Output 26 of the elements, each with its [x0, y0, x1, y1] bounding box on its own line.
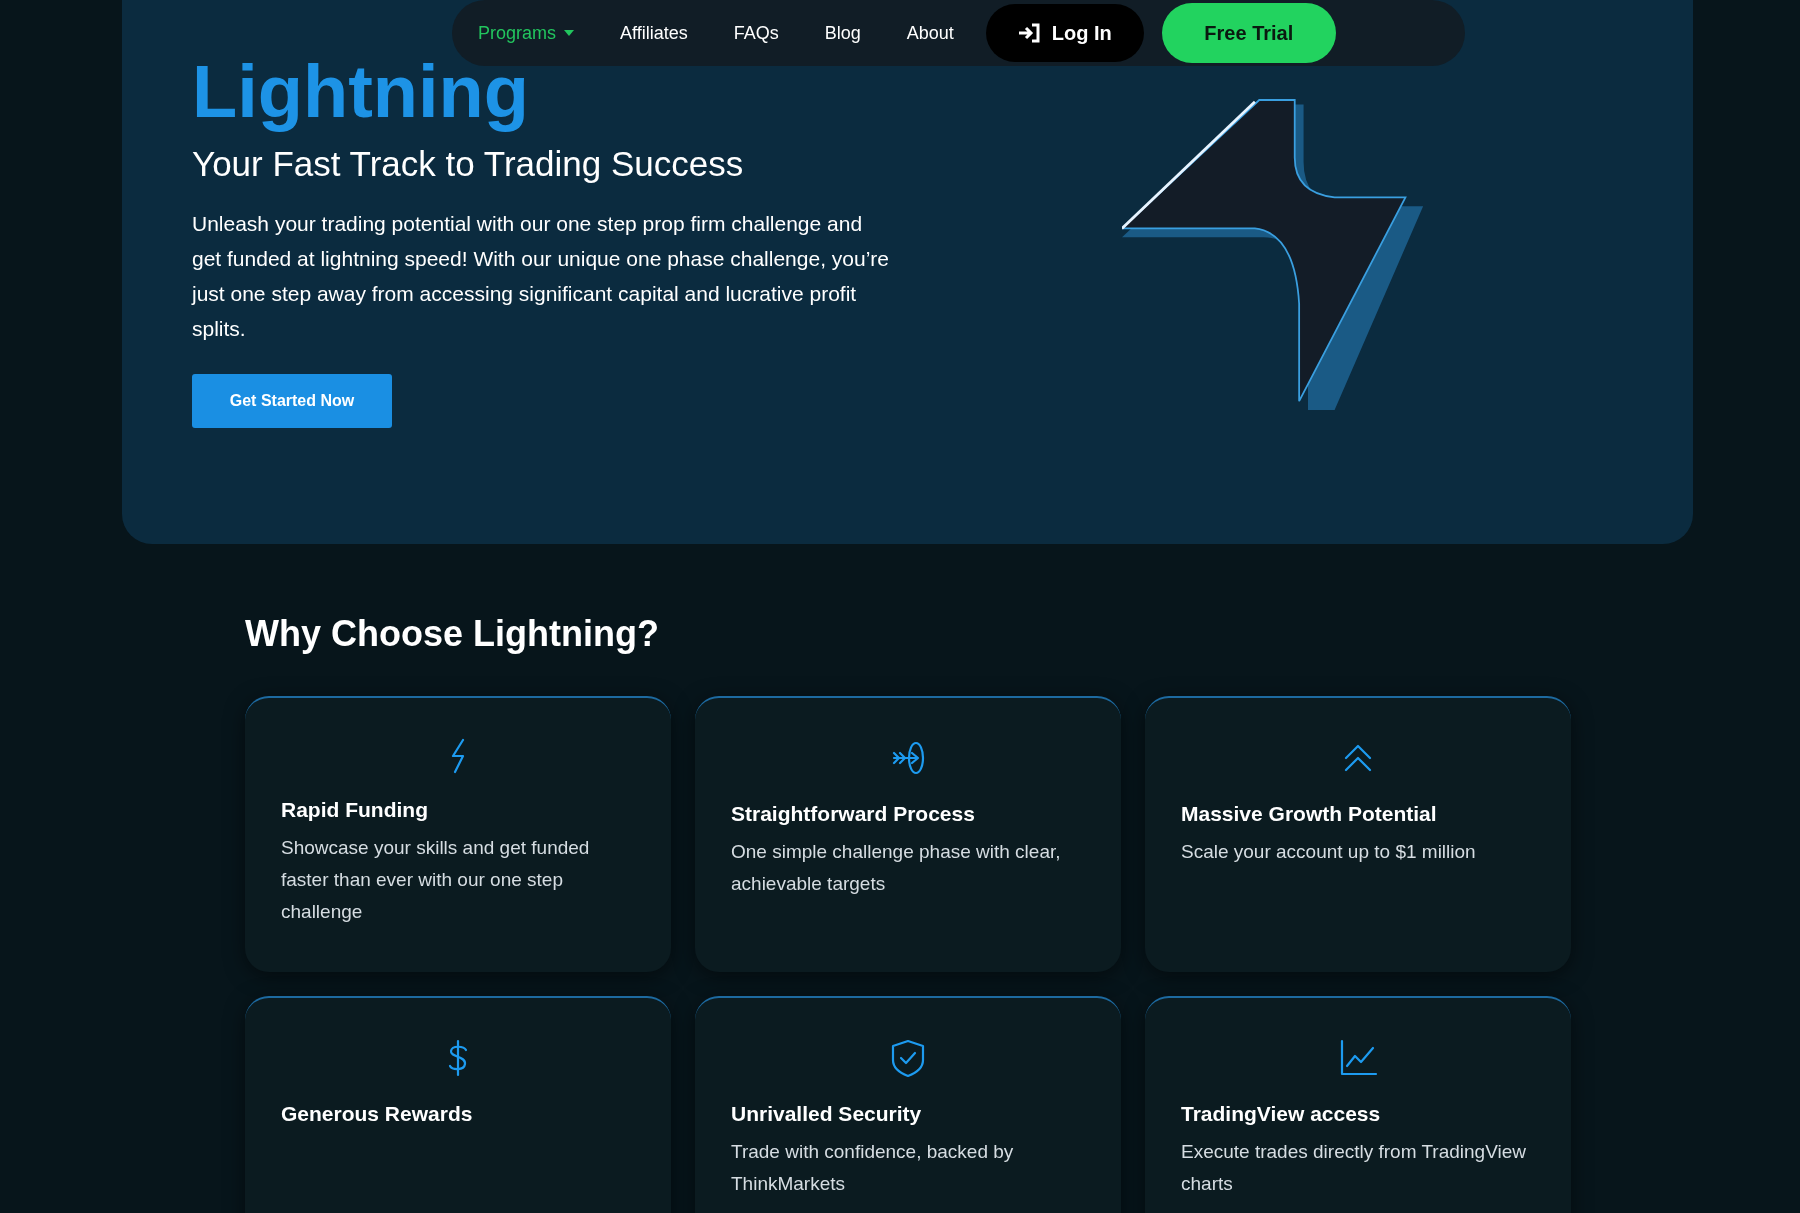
nav-link[interactable]: Affiliates [620, 19, 688, 47]
feature-title: TradingView access [1181, 1101, 1382, 1127]
nav-link[interactable]: FAQs [733, 19, 779, 47]
feature-title: Straightforward Process [731, 801, 976, 827]
free-trial-button[interactable]: Free Trial [1161, 3, 1336, 63]
feature-title: Rapid Funding [281, 797, 429, 823]
feature-description: Execute trades directly from TradingView charts [1181, 1139, 1527, 1196]
feature-title: Unrivalled Security [731, 1101, 923, 1127]
feature-description: Trade with confidence, backed by ThinkMarkets [731, 1139, 1015, 1196]
feature-description: Showcase your skills and get funded faster than ever with our one step challenge [281, 835, 591, 924]
nav-link[interactable]: Programs [478, 19, 575, 47]
section-heading: Why Choose Lightning? [245, 612, 660, 656]
caret-icon [564, 30, 575, 36]
line-chart-icon [1338, 1038, 1378, 1078]
feature-title: Generous Rewards [281, 1101, 474, 1127]
feature-title: Massive Growth Potential [1181, 801, 1438, 827]
hero-title: Lightning [192, 52, 530, 132]
login-button[interactable]: Log In [985, 4, 1144, 62]
login-icon [1017, 23, 1040, 43]
nav-link[interactable]: Blog [824, 19, 861, 47]
feature-description: One simple challenge phase with clear, achievable targets [731, 839, 1062, 896]
nav-link[interactable]: About [906, 19, 954, 47]
bolt-icon [451, 738, 465, 774]
hero-description: Unleash your trading potential with our one step prop firm challenge and get funded at lightning speed! With our unique one phase challenge, you’re just one step away from accessing significant capital and lucrative profit splits. [192, 211, 890, 342]
feature-description: Scale your account up to $1 million [1181, 839, 1477, 864]
hero-subtitle: Your Fast Track to Trading Success [192, 143, 745, 185]
